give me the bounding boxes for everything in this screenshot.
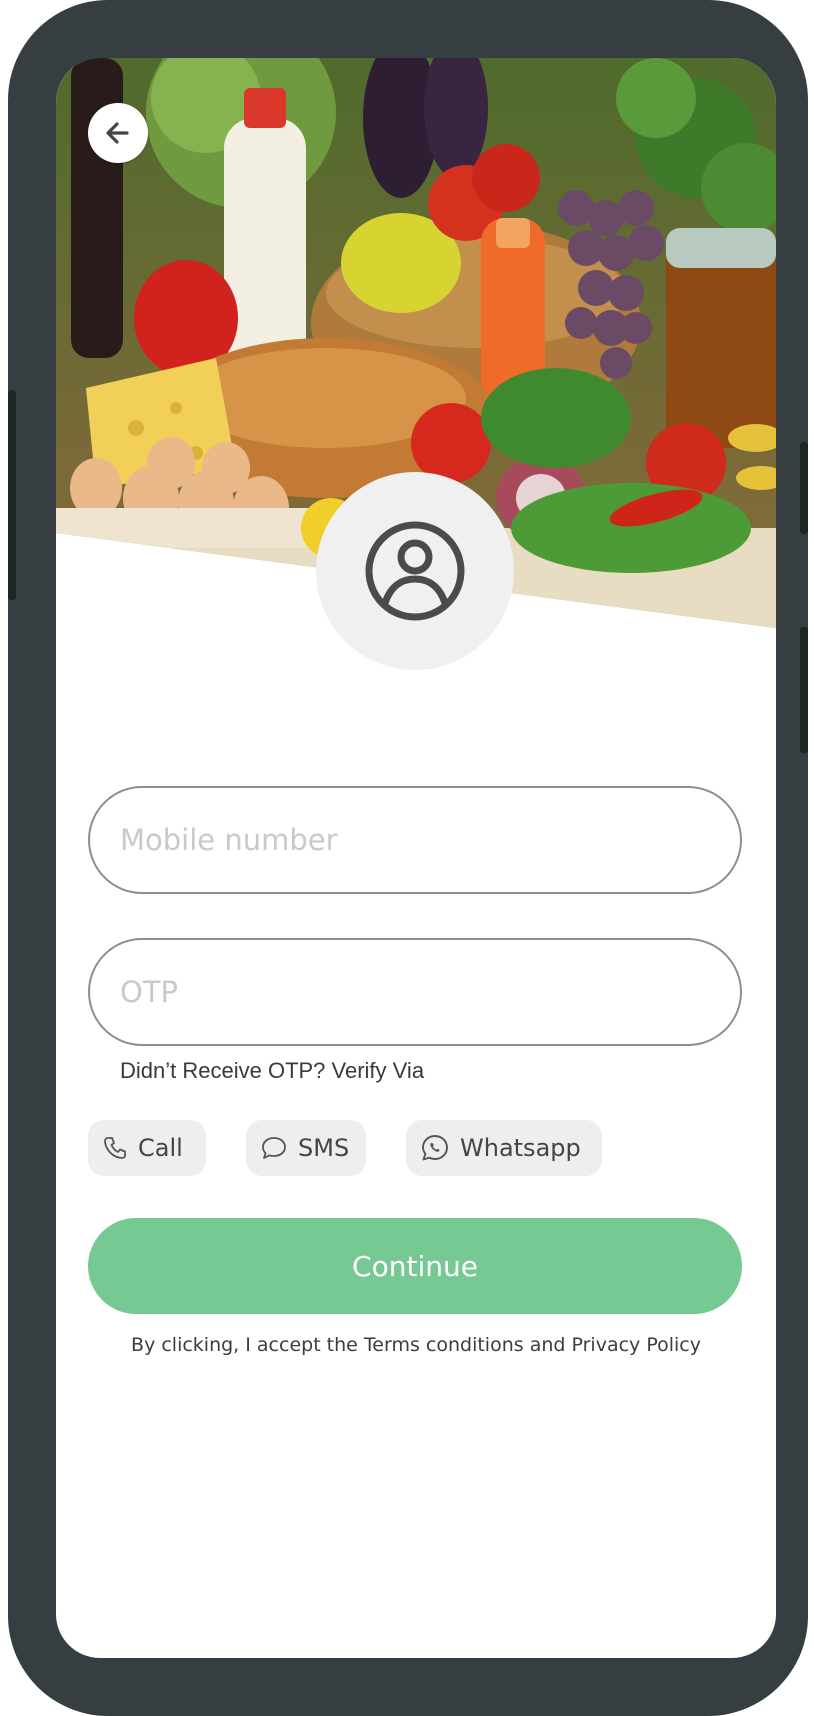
volume-button (8, 390, 16, 600)
mobile-number-input[interactable] (120, 788, 710, 892)
whatsapp-icon (422, 1135, 448, 1161)
terms-conditions-link[interactable]: Terms conditions (364, 1334, 524, 1356)
verify-whatsapp-button[interactable]: Whatsapp (406, 1120, 602, 1176)
terms-prefix: By clicking, I accept the (131, 1334, 364, 1356)
phone-frame: Didn’t Receive OTP? Verify Via Call SMS … (8, 0, 808, 1716)
terms-middle: and (523, 1334, 572, 1356)
otp-field[interactable] (88, 938, 742, 1046)
chat-bubble-icon (262, 1137, 286, 1159)
terms-text: By clicking, I accept the Terms conditio… (56, 1334, 776, 1356)
phone-icon (104, 1137, 126, 1159)
verify-sms-label: SMS (298, 1134, 350, 1162)
verify-sms-button[interactable]: SMS (246, 1120, 366, 1176)
verify-whatsapp-label: Whatsapp (460, 1134, 581, 1162)
mobile-number-field[interactable] (88, 786, 742, 894)
back-button[interactable] (88, 103, 148, 163)
verify-call-label: Call (138, 1134, 183, 1162)
arrow-left-icon (106, 122, 129, 144)
continue-button[interactable]: Continue (88, 1218, 742, 1314)
verify-call-button[interactable]: Call (88, 1120, 206, 1176)
verify-via-label: Didn’t Receive OTP? Verify Via (120, 1058, 425, 1083)
privacy-policy-link[interactable]: Privacy Policy (571, 1334, 700, 1356)
power-button (800, 442, 808, 534)
user-circle-icon (365, 521, 465, 621)
otp-input[interactable] (120, 940, 710, 1044)
profile-avatar (316, 472, 514, 670)
app-screen: Didn’t Receive OTP? Verify Via Call SMS … (56, 58, 776, 1658)
side-button (800, 627, 808, 753)
